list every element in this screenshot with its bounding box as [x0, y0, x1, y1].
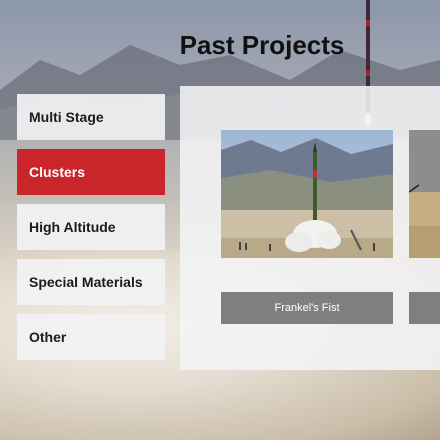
page-title: Past Projects: [179, 30, 345, 60]
sidebar-item-multi-stage[interactable]: Multi Stage: [17, 94, 165, 140]
project-button-2[interactable]: [409, 292, 440, 324]
rocket-launch-photo: [221, 130, 393, 258]
sidebar-item-high-altitude[interactable]: High Altitude: [17, 204, 165, 250]
category-sidebar: Multi Stage Clusters High Altitude Speci…: [17, 94, 165, 369]
project-button-frankels-fist[interactable]: Frankel's Fist: [221, 292, 393, 324]
projects-panel: Frankel's Fist: [180, 86, 440, 370]
project-photo-2: [409, 130, 440, 258]
sidebar-item-special-materials[interactable]: Special Materials: [17, 259, 165, 305]
project-image-2[interactable]: [409, 130, 440, 258]
sidebar-item-other[interactable]: Other: [17, 314, 165, 360]
project-image-frankels-fist[interactable]: [221, 130, 393, 258]
sidebar-item-clusters[interactable]: Clusters: [17, 149, 165, 195]
